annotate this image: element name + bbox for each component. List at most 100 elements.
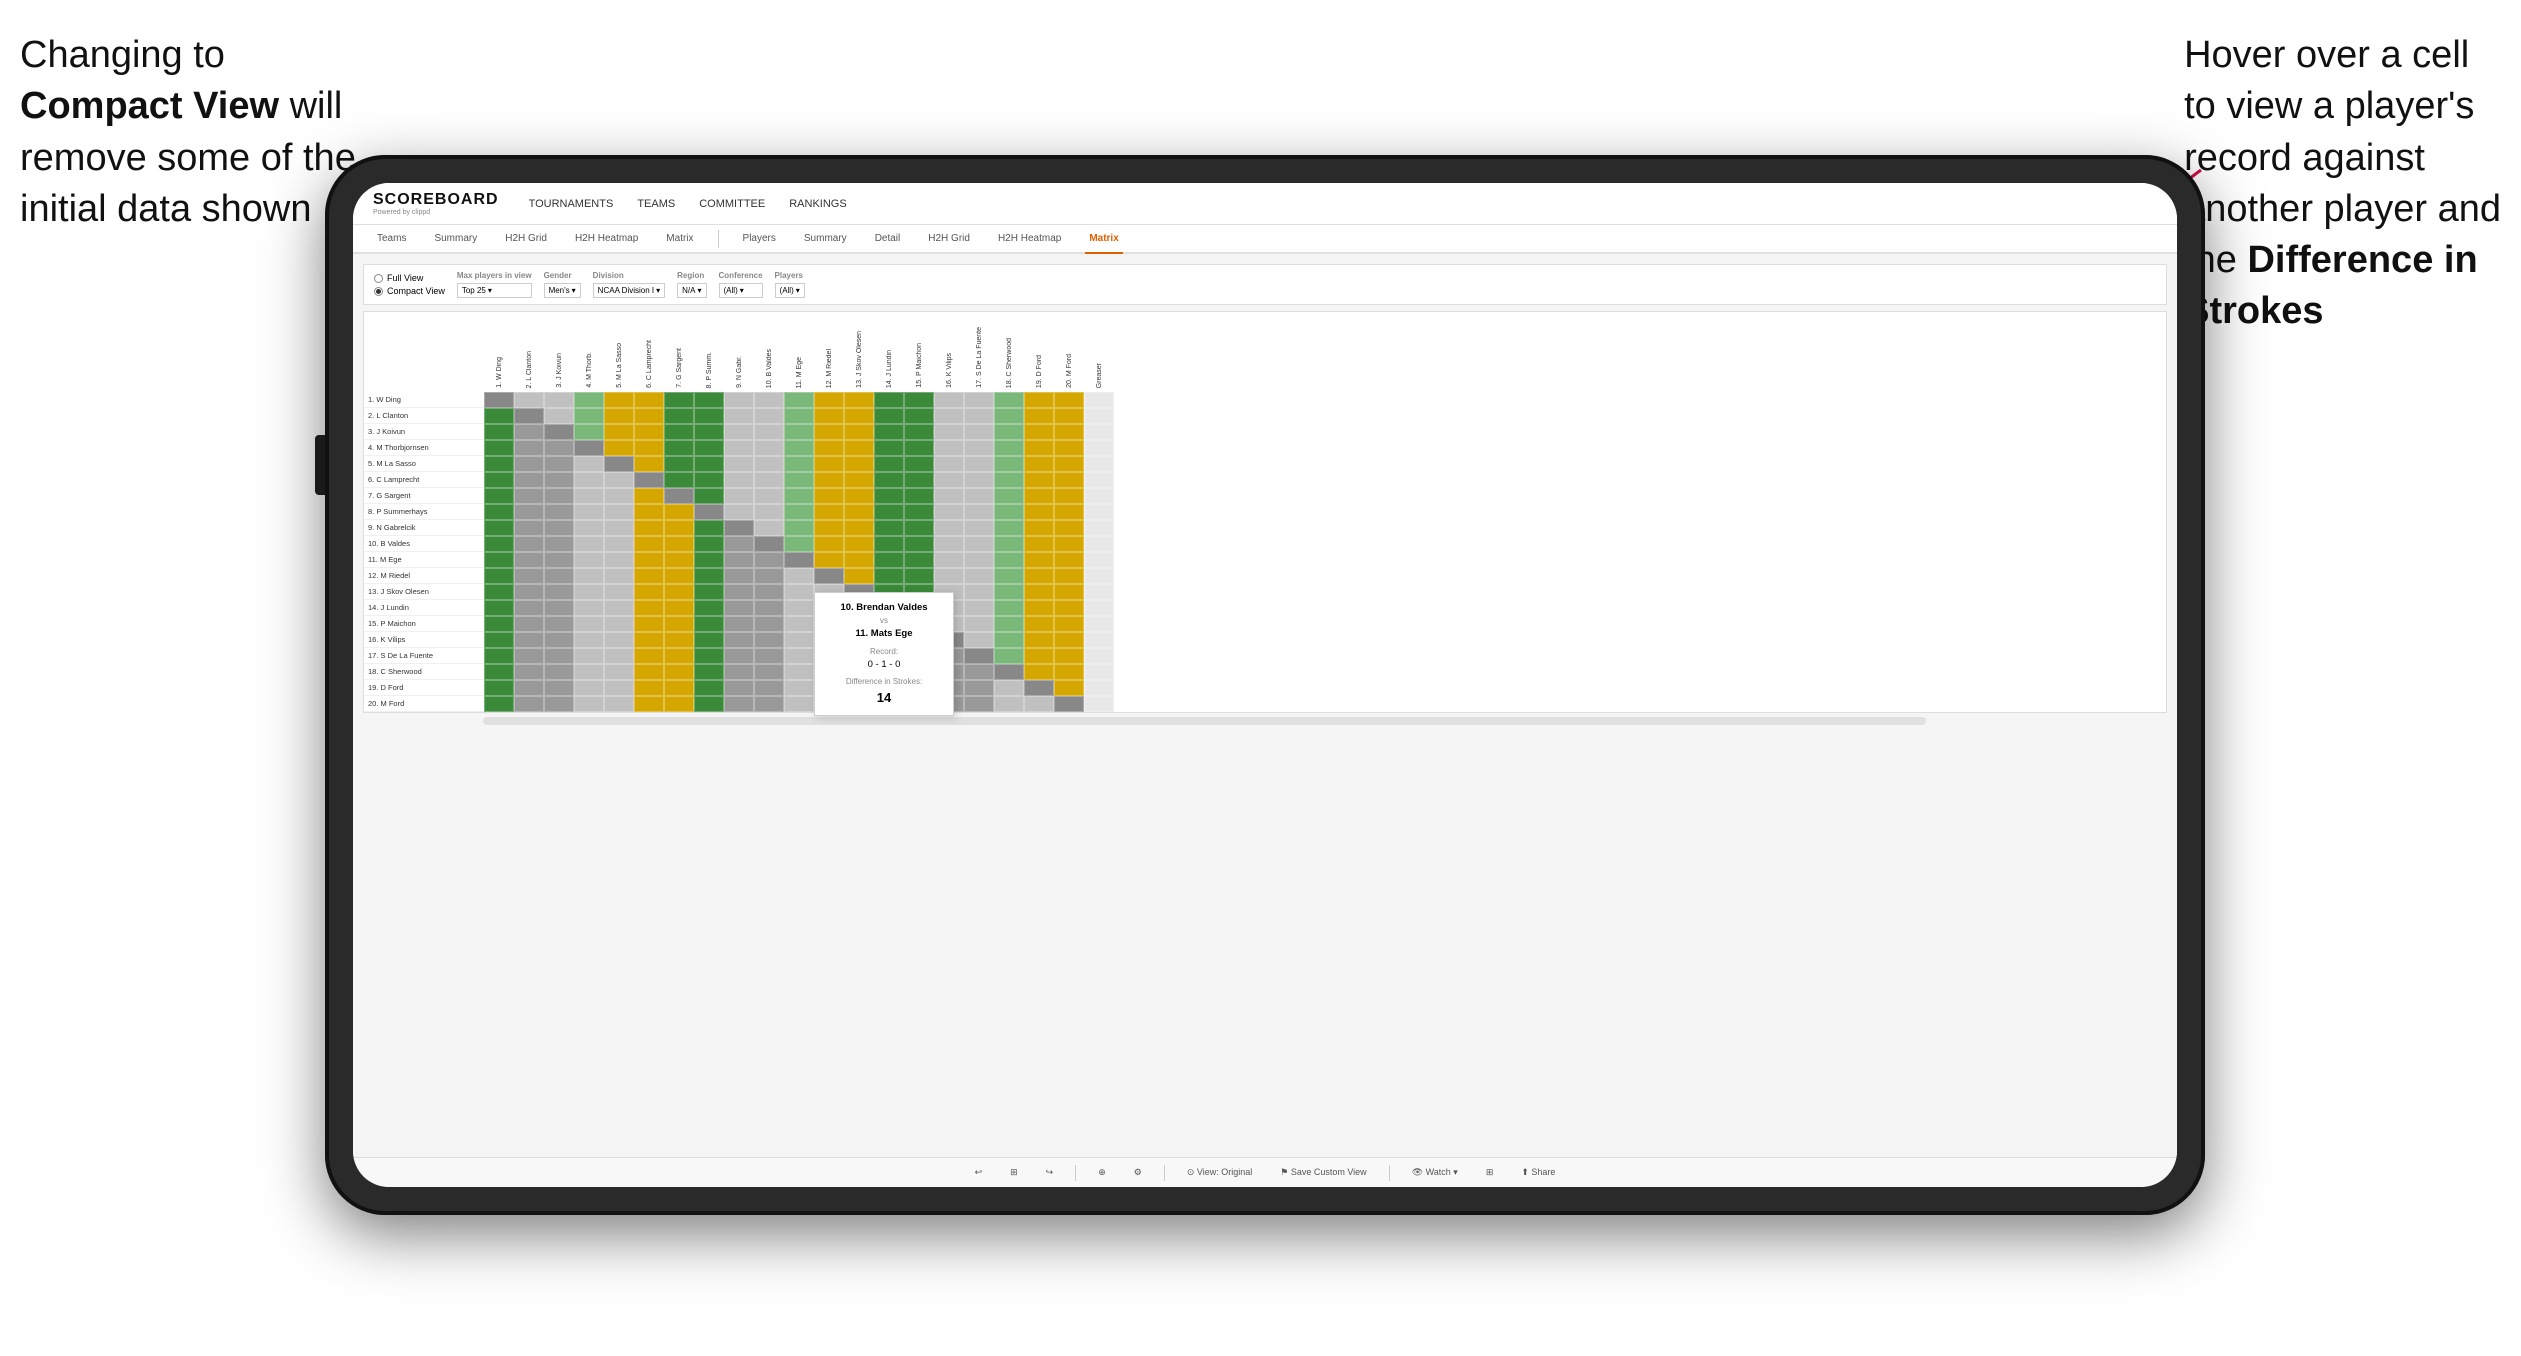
grid-cell[interactable] [904,456,934,472]
grid-cell[interactable] [754,424,784,440]
grid-cell[interactable] [574,680,604,696]
grid-cell[interactable] [1054,504,1084,520]
grid-cell[interactable] [634,600,664,616]
grid-cell[interactable] [844,392,874,408]
grid-cell[interactable] [514,600,544,616]
grid-cell[interactable] [934,472,964,488]
grid-cell[interactable] [664,552,694,568]
grid-cell[interactable] [1054,648,1084,664]
grid-cell[interactable] [784,440,814,456]
grid-cell[interactable] [604,504,634,520]
grid-cell[interactable] [664,408,694,424]
grid-cell[interactable] [694,424,724,440]
grid-cell[interactable] [964,568,994,584]
grid-cell[interactable] [814,456,844,472]
grid-cell[interactable] [604,664,634,680]
grid-cell[interactable] [724,696,754,712]
grid-cell[interactable] [514,632,544,648]
grid-cell[interactable] [814,568,844,584]
grid-cell[interactable] [994,552,1024,568]
grid-cell[interactable] [694,696,724,712]
grid-cell[interactable] [544,584,574,600]
grid-cell[interactable] [604,520,634,536]
grid-cell[interactable] [1024,520,1054,536]
grid-cell[interactable] [1024,696,1054,712]
grid-cell[interactable] [994,440,1024,456]
grid-cell[interactable] [484,600,514,616]
grid-cell[interactable] [1054,552,1084,568]
grid-cell[interactable] [694,552,724,568]
grid-cell[interactable] [1054,488,1084,504]
grid-cell[interactable] [694,680,724,696]
grid-cell[interactable] [694,632,724,648]
grid-cell[interactable] [574,632,604,648]
grid-cell[interactable] [724,472,754,488]
grid-cell[interactable] [544,488,574,504]
grid-cell[interactable] [1024,456,1054,472]
grid-cell[interactable] [664,632,694,648]
grid-cell[interactable] [484,680,514,696]
grid-cell[interactable] [544,600,574,616]
grid-cell[interactable] [634,424,664,440]
grid-cell[interactable] [1084,696,1114,712]
grid-cell[interactable] [874,504,904,520]
grid-cell[interactable] [874,408,904,424]
grid-cell[interactable] [724,616,754,632]
grid-cell[interactable] [724,536,754,552]
grid-cell[interactable] [544,440,574,456]
grid-cell[interactable] [484,664,514,680]
grid-cell[interactable] [964,488,994,504]
grid-cell[interactable] [604,536,634,552]
grid-cell[interactable] [1024,392,1054,408]
grid-cell[interactable] [484,696,514,712]
grid-cell[interactable] [934,488,964,504]
grid-cell[interactable] [874,424,904,440]
grid-cell[interactable] [664,600,694,616]
grid-cell[interactable] [964,408,994,424]
grid-cell[interactable] [694,600,724,616]
grid-cell[interactable] [574,424,604,440]
grid-cell[interactable] [1024,408,1054,424]
grid-cell[interactable] [1054,392,1084,408]
division-select[interactable]: NCAA Division I ▾ [593,283,665,298]
grid-cell[interactable] [784,696,814,712]
grid-cell[interactable] [634,504,664,520]
grid-cell[interactable] [994,616,1024,632]
grid-cell[interactable] [814,504,844,520]
grid-cell[interactable] [754,456,784,472]
grid-cell[interactable] [694,648,724,664]
grid-cell[interactable] [664,680,694,696]
grid-cell[interactable] [514,424,544,440]
grid-cell[interactable] [844,552,874,568]
grid-cell[interactable] [574,600,604,616]
grid-cell[interactable] [604,392,634,408]
grid-cell[interactable] [904,504,934,520]
grid-cell[interactable] [1054,568,1084,584]
grid-cell[interactable] [1084,504,1114,520]
region-select[interactable]: N/A ▾ [677,283,706,298]
grid-cell[interactable] [994,392,1024,408]
grid-cell[interactable] [964,424,994,440]
grid-cell[interactable] [844,408,874,424]
grid-cell[interactable] [994,456,1024,472]
grid-cell[interactable] [634,584,664,600]
grid-cell[interactable] [514,696,544,712]
grid-cell[interactable] [964,392,994,408]
grid-cell[interactable] [964,696,994,712]
grid-cell[interactable] [754,568,784,584]
grid-cell[interactable] [664,520,694,536]
conference-select[interactable]: (All) ▾ [719,283,763,298]
grid-cell[interactable] [604,696,634,712]
grid-cell[interactable] [904,488,934,504]
grid-cell[interactable] [694,536,724,552]
save-custom-button[interactable]: ⚑ Save Custom View [1274,1164,1372,1181]
grid-cell[interactable] [934,520,964,536]
grid-cell[interactable] [694,392,724,408]
grid-cell[interactable] [724,632,754,648]
grid-cell[interactable] [844,568,874,584]
grid-cell[interactable] [1084,584,1114,600]
grid-cell[interactable] [544,632,574,648]
grid-cell[interactable] [544,664,574,680]
grid-cell[interactable] [754,440,784,456]
grid-cell[interactable] [514,504,544,520]
